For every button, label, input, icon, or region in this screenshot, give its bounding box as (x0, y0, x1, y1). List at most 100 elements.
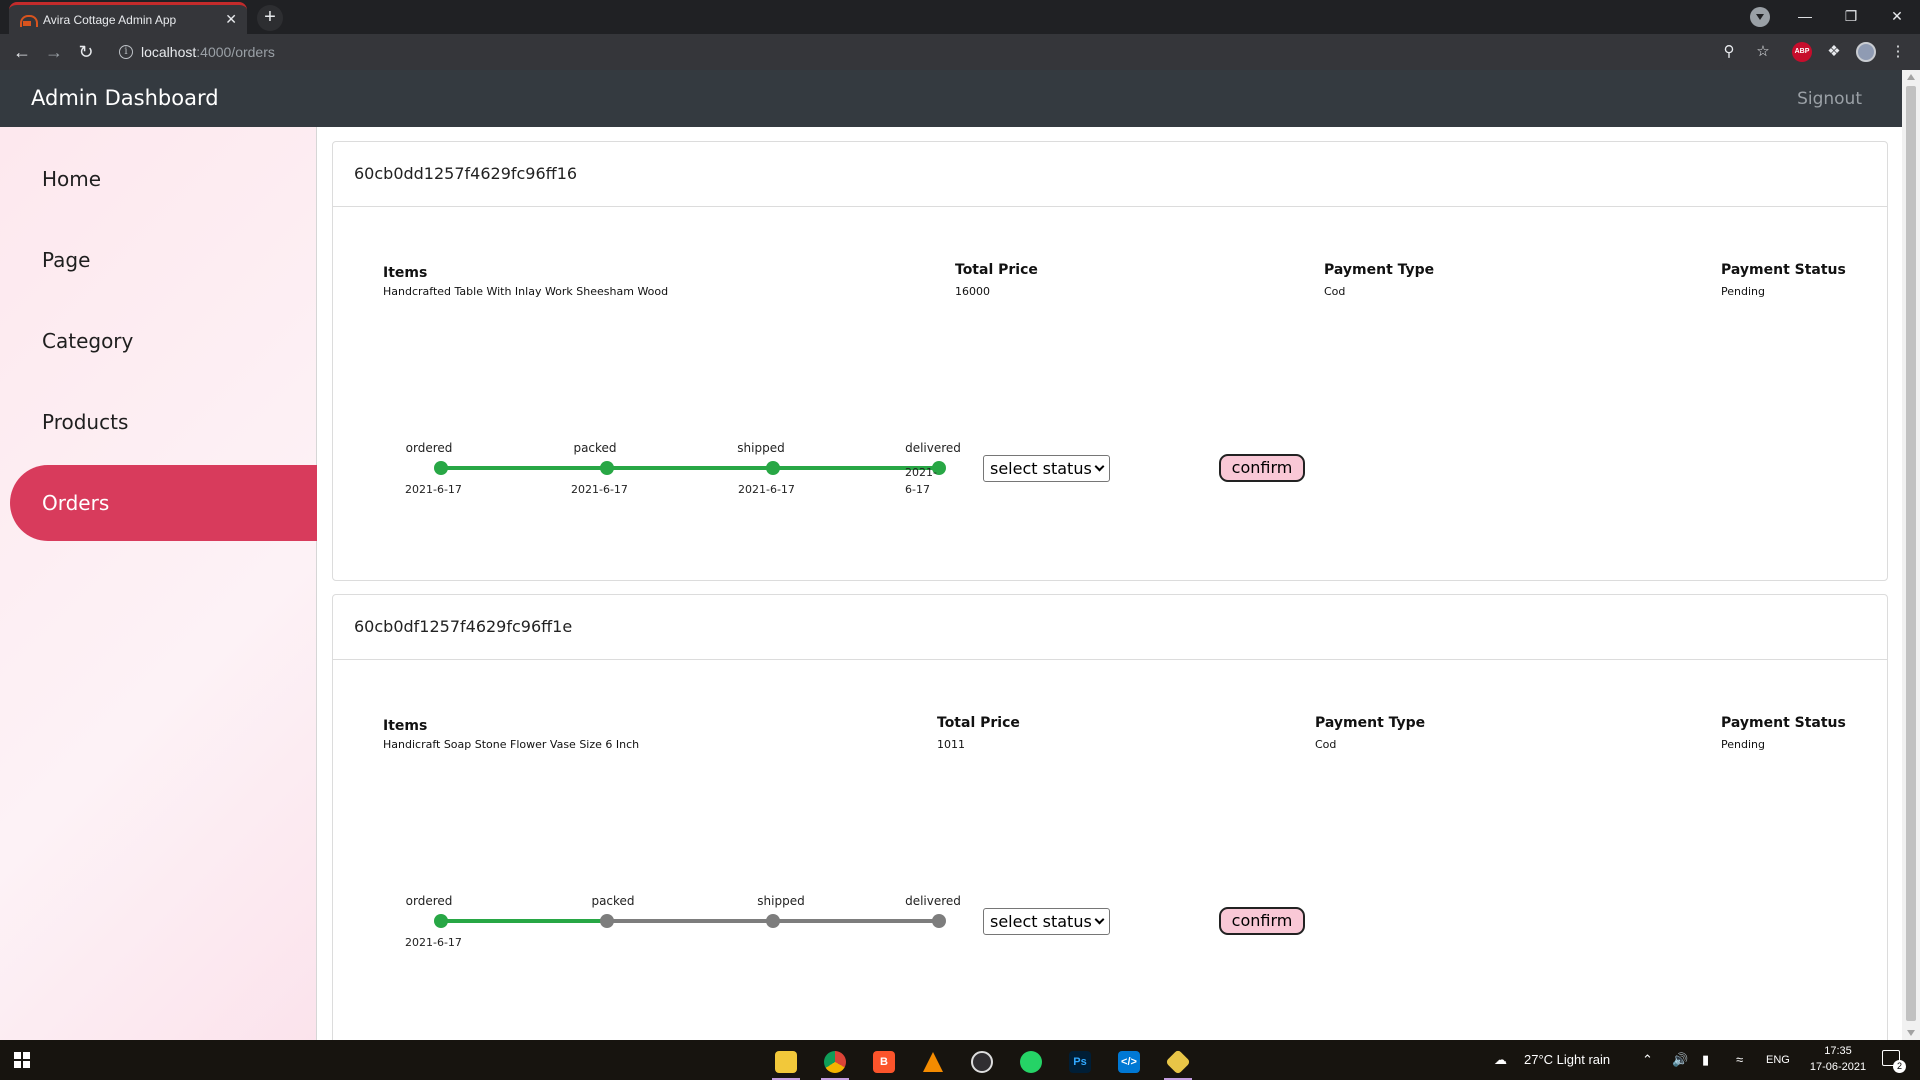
progress-dot-shipped (766, 461, 780, 475)
system-clock[interactable]: 17:35 17-06-2021 (1808, 1043, 1868, 1075)
total-price-column: Total Price 16000 (955, 262, 1038, 298)
git-icon[interactable] (1158, 1044, 1198, 1080)
battery-icon[interactable]: ▮ (1702, 1040, 1709, 1080)
weather-icon[interactable]: ☁ (1494, 1040, 1507, 1080)
app-navbar: Admin Dashboard Signout (0, 70, 1902, 127)
progress-segment (441, 466, 607, 470)
chevron-down-icon (1094, 914, 1105, 925)
sidebar-item-label: Page (42, 248, 91, 272)
sidebar-item-category[interactable]: Category (10, 303, 317, 379)
progress-dot-packed (600, 914, 614, 928)
payment-type-label: Payment Type (1315, 715, 1426, 731)
sidebar: Home Page Category Products Orders (0, 127, 317, 1040)
step-name: packed (573, 441, 617, 455)
step-name: packed (591, 894, 635, 908)
brand-title[interactable]: Admin Dashboard (31, 86, 219, 110)
confirm-button[interactable]: confirm (1219, 454, 1305, 482)
browser-titlebar: Avira Cottage Admin App ✕ + — ❐ ✕ (0, 0, 1920, 34)
obs-icon[interactable] (962, 1044, 1002, 1080)
items-label: Items (383, 265, 428, 281)
tray-chevron-icon[interactable]: ⌃ (1642, 1040, 1653, 1080)
progress-segment (441, 919, 607, 923)
minimize-icon[interactable]: — (1782, 0, 1828, 34)
scroll-up-icon[interactable] (1907, 74, 1915, 80)
sidebar-item-home[interactable]: Home (10, 141, 317, 217)
status-select[interactable]: select status (983, 455, 1110, 482)
total-price-value: 1011 (937, 738, 965, 751)
reload-icon[interactable]: ↻ (72, 38, 100, 66)
star-icon[interactable]: ☆ (1753, 42, 1773, 62)
adblock-icon[interactable]: ABP (1792, 42, 1812, 62)
items-value: Handicraft Soap Stone Flower Vase Size 6… (383, 738, 640, 751)
window-close-icon[interactable]: ✕ (1874, 0, 1920, 34)
progress-dot-shipped (766, 914, 780, 928)
status-select-value: select status (990, 912, 1092, 931)
tab-search-icon[interactable] (1750, 7, 1770, 27)
items-column: Items Handcrafted Table With Inlay Work … (383, 265, 668, 298)
url-path: :4000/orders (196, 44, 275, 60)
sidebar-item-products[interactable]: Products (10, 384, 317, 460)
payment-type-label: Payment Type (1324, 262, 1435, 278)
payment-status-column: Payment Status Pending (1721, 262, 1846, 298)
page-scrollbar[interactable] (1902, 70, 1920, 1040)
restore-icon[interactable]: ❐ (1828, 0, 1874, 34)
site-info-icon[interactable]: i (119, 45, 133, 59)
key-icon[interactable]: ⚲ (1719, 42, 1739, 62)
progress-dot-ordered (434, 914, 448, 928)
items-column: Items Handicraft Soap Stone Flower Vase … (383, 718, 639, 751)
vscode-icon[interactable]: </> (1109, 1044, 1149, 1080)
forward-icon[interactable]: → (40, 38, 68, 66)
chrome-icon[interactable] (815, 1044, 855, 1080)
back-icon[interactable]: ← (8, 38, 36, 66)
step-date: 2021-6-17 (905, 466, 937, 496)
sidebar-item-label: Products (42, 410, 129, 434)
progress-dot-ordered (434, 461, 448, 475)
status-select-value: select status (990, 459, 1092, 478)
total-price-label: Total Price (937, 715, 1020, 731)
favicon-icon (19, 12, 38, 28)
file-explorer-icon[interactable] (766, 1044, 806, 1080)
chevron-down-icon (1094, 461, 1105, 472)
tab-close-icon[interactable]: ✕ (225, 11, 237, 28)
browser-tab[interactable]: Avira Cottage Admin App ✕ (9, 2, 247, 34)
payment-type-column: Payment Type Cod (1315, 715, 1425, 751)
progress-segment (607, 919, 773, 923)
step-date: 2021-6-17 (405, 936, 462, 949)
total-price-value: 16000 (955, 285, 990, 298)
profile-avatar[interactable] (1856, 42, 1876, 62)
scroll-down-icon[interactable] (1907, 1030, 1915, 1036)
volume-icon[interactable]: 🔊 (1672, 1040, 1688, 1080)
payment-status-value: Pending (1721, 285, 1765, 298)
menu-kebab-icon[interactable]: ⋮ (1888, 42, 1908, 62)
extensions-icon[interactable]: ❖ (1824, 42, 1844, 62)
progress-dot-packed (600, 461, 614, 475)
sidebar-item-page[interactable]: Page (10, 222, 317, 298)
payment-type-value: Cod (1315, 738, 1337, 751)
step-name: delivered (905, 894, 961, 908)
address-bar[interactable]: i localhost:4000/orders (111, 37, 1731, 67)
notification-count: 2 (1893, 1060, 1906, 1073)
step-name: ordered (405, 894, 453, 908)
new-tab-button[interactable]: + (257, 5, 283, 31)
step-date: 2021-6-17 (738, 483, 795, 496)
whatsapp-icon[interactable] (1011, 1044, 1051, 1080)
sidebar-item-orders[interactable]: Orders (10, 465, 317, 541)
orders-main: 60cb0dd1257f4629fc96ff16 Items Handcraft… (318, 127, 1902, 1040)
language-indicator[interactable]: ENG (1766, 1040, 1790, 1080)
scroll-thumb[interactable] (1906, 86, 1916, 1021)
progress-segment (773, 919, 939, 923)
weather-status[interactable]: 27°C Light rain (1524, 1040, 1610, 1080)
vlc-icon[interactable] (913, 1044, 953, 1080)
progress-segment (607, 466, 773, 470)
order-card: 60cb0dd1257f4629fc96ff16 Items Handcraft… (332, 141, 1888, 581)
status-select[interactable]: select status (983, 908, 1110, 935)
confirm-button[interactable]: confirm (1219, 907, 1305, 935)
tab-title: Avira Cottage Admin App (43, 12, 177, 27)
windows-start-icon[interactable] (14, 1052, 30, 1068)
order-id: 60cb0df1257f4629fc96ff1e (333, 595, 1887, 660)
network-icon[interactable]: ≈ (1736, 1040, 1743, 1080)
brave-icon[interactable]: B (864, 1044, 904, 1080)
photoshop-icon[interactable]: Ps (1060, 1044, 1100, 1080)
signout-link[interactable]: Signout (1797, 89, 1862, 109)
payment-status-label: Payment Status (1721, 715, 1846, 731)
